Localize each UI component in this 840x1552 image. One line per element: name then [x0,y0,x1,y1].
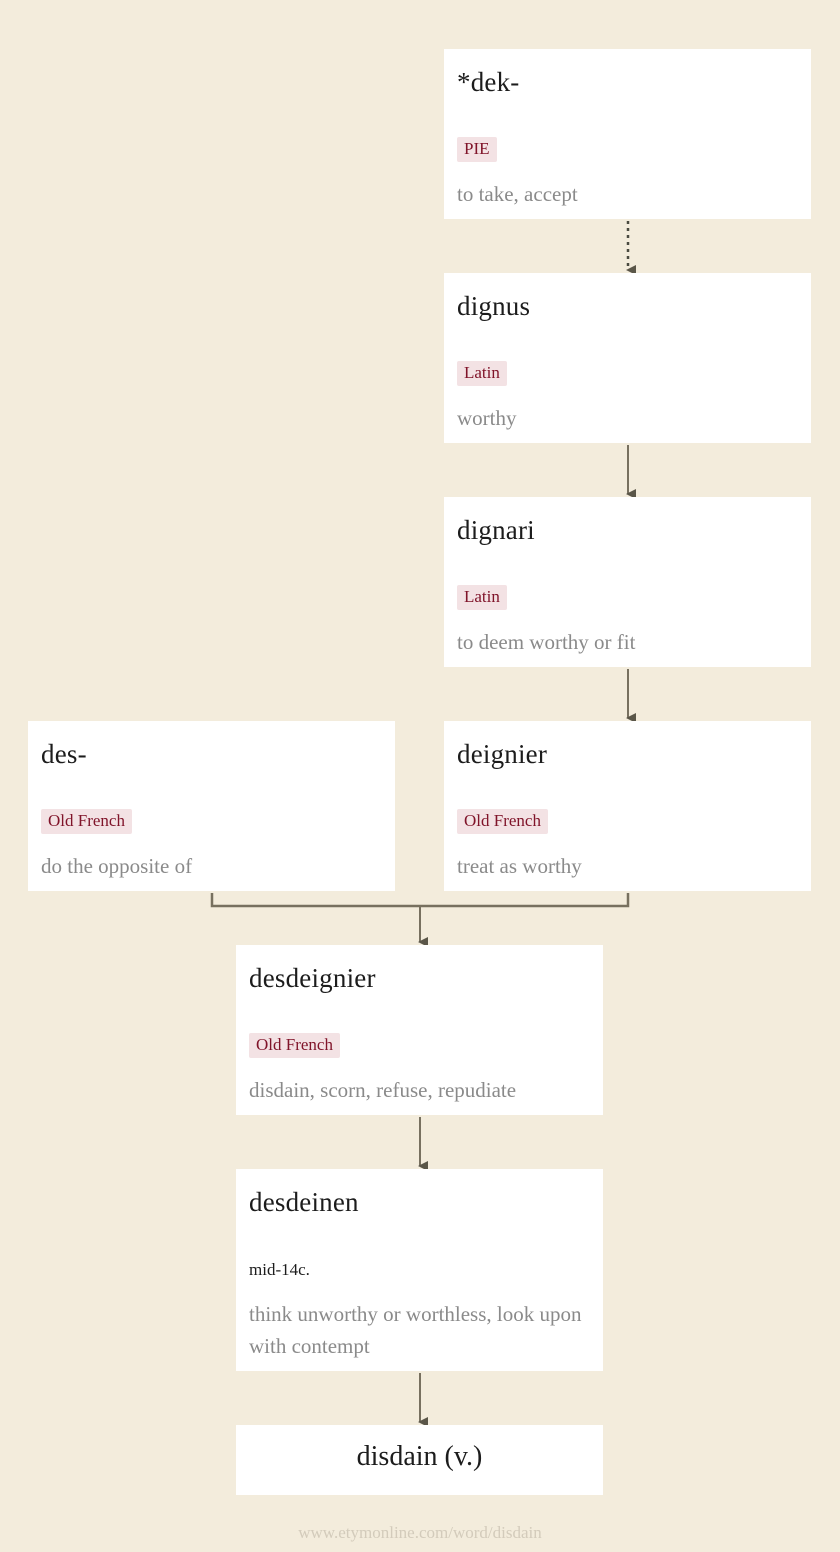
language-tag: Latin [457,585,507,610]
node-word: disdain (v.) [356,1441,483,1472]
node-word: dignus [457,291,531,321]
node-deignier[interactable]: deignier Old French treat as worthy [444,721,811,891]
node-word: dignari [457,515,535,545]
node-dek[interactable]: *dek- PIE to take, accept [444,49,811,219]
node-gloss: treat as worthy [457,854,582,878]
source-url: www.etymonline.com/word/disdain [298,1523,542,1542]
node-word: deignier [457,739,548,769]
node-gloss: do the opposite of [41,854,193,878]
node-desdeignier[interactable]: desdeignier Old French disdain, scorn, r… [236,945,603,1115]
node-word: desdeinen [249,1187,359,1217]
language-tag: Old French [249,1033,340,1058]
edge-merge-bracket [210,893,630,908]
node-des[interactable]: des- Old French do the opposite of [28,721,395,891]
node-gloss: disdain, scorn, refuse, repudiate [249,1078,517,1102]
node-disdain[interactable]: disdain (v.) [236,1425,603,1495]
node-desdeinen[interactable]: desdeinen mid-14c. think unworthy or wor… [236,1169,603,1371]
language-tag: Old French [41,809,132,834]
date-label: mid-14c. [249,1260,310,1279]
node-word: desdeignier [249,963,376,993]
node-word: *dek- [457,67,520,97]
node-gloss: think unworthy or worthless, look upon w… [249,1302,582,1358]
node-word: des- [41,739,87,769]
node-dignus[interactable]: dignus Latin worthy [444,273,811,443]
language-tag: Latin [457,361,507,386]
node-gloss: to take, accept [457,182,578,206]
node-gloss: to deem worthy or fit [457,630,636,654]
node-gloss: worthy [457,406,517,430]
language-tag: PIE [457,137,497,162]
language-tag: Old French [457,809,548,834]
node-dignari[interactable]: dignari Latin to deem worthy or fit [444,497,811,667]
